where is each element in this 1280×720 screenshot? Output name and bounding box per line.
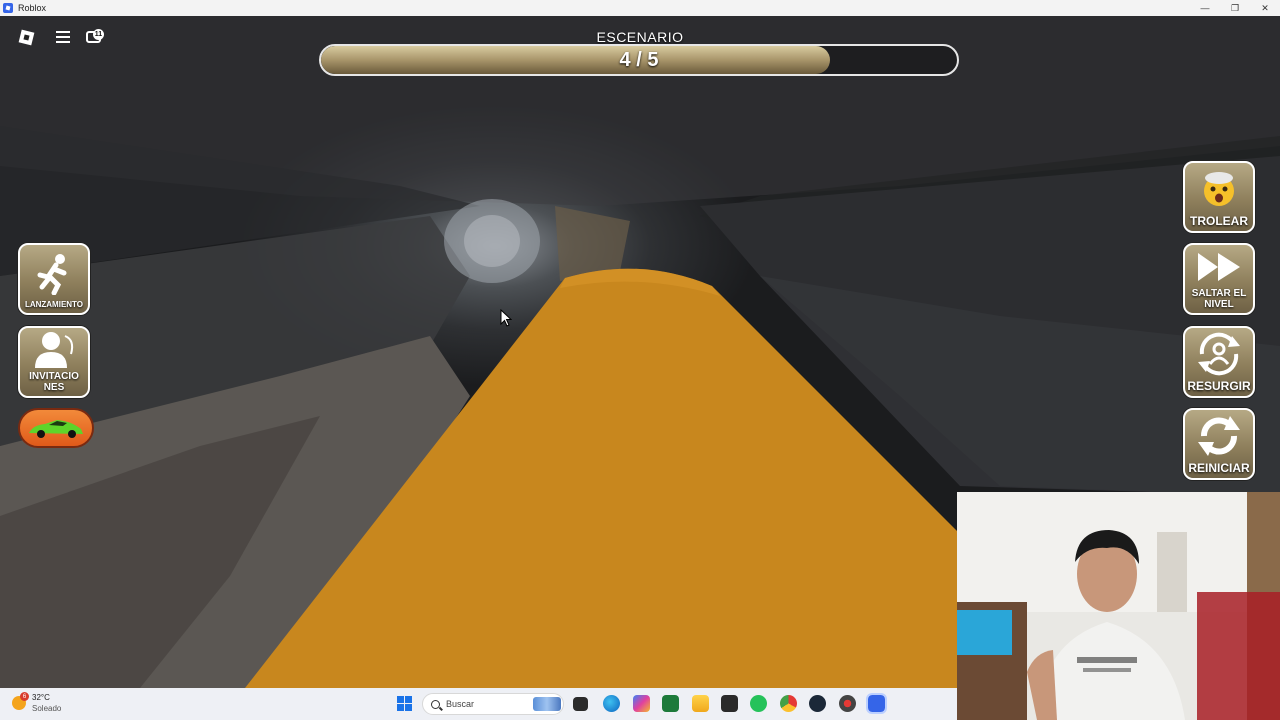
add-friend-icon <box>20 328 88 371</box>
window-controls: — ❐ ✕ <box>1190 0 1280 16</box>
weather-temp: 32°C <box>32 693 50 702</box>
reiniciar-button[interactable]: REINICIAR <box>1183 408 1255 480</box>
weather-condition: Soleado <box>32 704 62 713</box>
trolear-label: TROLEAR <box>1190 213 1248 228</box>
saltar-nivel-label: SALTAR EL NIVEL <box>1191 288 1247 310</box>
spreadsheet-icon[interactable] <box>662 695 679 712</box>
kicking-figure-icon <box>20 245 88 301</box>
respawn-icon <box>1185 328 1253 380</box>
stage-title: ESCENARIO <box>596 29 684 45</box>
taskbar-search[interactable]: Buscar <box>422 693 564 715</box>
window-title: Roblox <box>18 3 47 13</box>
search-placeholder: Buscar <box>446 699 475 709</box>
roblox-app-icon <box>3 3 13 13</box>
stage-count: 4 / 5 <box>619 48 659 71</box>
streamer-webcam-image <box>957 492 1280 720</box>
invitaciones-button[interactable]: INVITACIO NES <box>18 326 90 398</box>
mind-blown-emoji-icon <box>1185 163 1253 215</box>
close-button[interactable]: ✕ <box>1250 0 1280 16</box>
lanzamiento-button[interactable]: LANZAMIENTO <box>18 243 90 315</box>
weather-badge: 6 <box>20 692 29 701</box>
mouse-cursor-icon <box>500 309 512 327</box>
search-icon <box>431 699 440 709</box>
copilot-icon[interactable] <box>633 695 650 712</box>
resurgir-label: RESURGIR <box>1187 378 1251 393</box>
window-title-bar: Roblox — ❐ ✕ <box>0 0 1280 16</box>
weather-widget[interactable]: 6 32°C Soleado <box>12 692 61 714</box>
minimize-button[interactable]: — <box>1190 0 1220 16</box>
file-explorer-icon[interactable] <box>692 695 709 712</box>
resurgir-button[interactable]: RESURGIR <box>1183 326 1255 398</box>
lanzamiento-label: LANZAMIENTO <box>24 300 84 310</box>
trolear-button[interactable]: TROLEAR <box>1183 161 1255 233</box>
sun-icon: 6 <box>12 692 29 710</box>
search-highlight-image <box>533 697 561 711</box>
webcam-overlay <box>957 492 1280 720</box>
screen: Roblox — ❐ ✕ 11 ESCENARIO 4 / 5 LANZAMIE… <box>0 0 1280 720</box>
reiniciar-label: REINICIAR <box>1188 460 1250 475</box>
sports-car-icon <box>29 420 83 438</box>
restart-icon <box>1185 410 1253 462</box>
record-icon[interactable] <box>839 695 856 712</box>
whatsapp-icon[interactable] <box>750 695 767 712</box>
taskbar: 6 32°C Soleado Buscar <box>0 688 957 720</box>
maximize-button[interactable]: ❐ <box>1220 0 1250 16</box>
steam-icon[interactable] <box>809 695 826 712</box>
chrome-icon[interactable] <box>780 695 797 712</box>
edge-icon[interactable] <box>603 695 620 712</box>
fast-forward-icon <box>1185 245 1253 288</box>
car-button[interactable] <box>18 408 94 448</box>
windows-start-icon[interactable] <box>397 696 412 711</box>
stage-progress-bar: 4 / 5 <box>319 44 959 76</box>
task-view-icon[interactable] <box>573 697 588 711</box>
roblox-icon[interactable] <box>866 693 887 714</box>
epic-games-icon[interactable] <box>721 695 738 712</box>
saltar-nivel-button[interactable]: SALTAR EL NIVEL <box>1183 243 1255 315</box>
invitaciones-label: INVITACIO NES <box>29 371 79 393</box>
